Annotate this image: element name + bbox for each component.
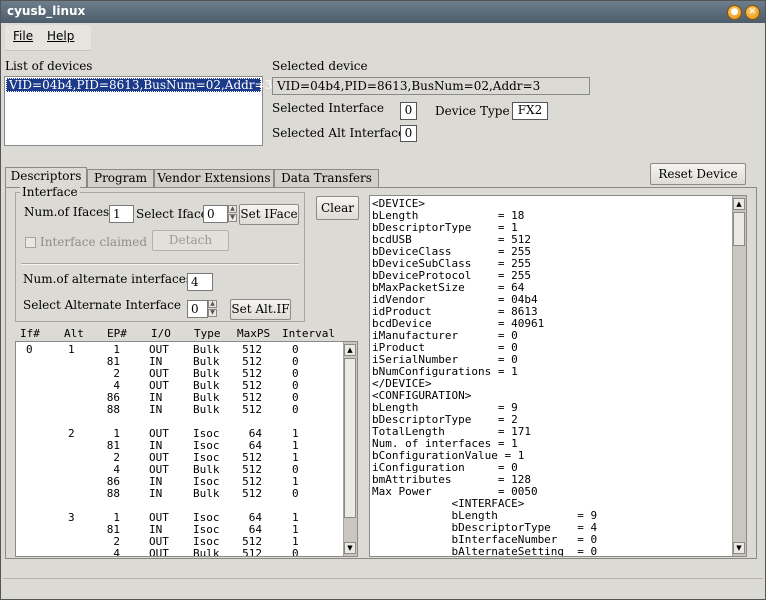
window-title: cyusb_linux (7, 4, 86, 18)
device-list[interactable]: VID=04b4,PID=8613,BusNum=02,Addr=3 (4, 76, 272, 146)
table-cell: 512 (242, 403, 262, 416)
selected-interface-value: 0 (400, 102, 417, 120)
spin-down-icon[interactable]: ▼ (208, 309, 217, 317)
col-interval: Interval (282, 327, 335, 340)
scroll-down-icon[interactable]: ▼ (344, 542, 356, 554)
col-alt: Alt (64, 327, 84, 340)
detach-button[interactable]: Detach (152, 230, 229, 251)
table-cell: 88 (106, 487, 120, 500)
interface-claimed-label: Interface claimed (40, 235, 148, 249)
tab-data-transfers[interactable]: Data Transfers (274, 169, 379, 187)
table-cell: OUT (149, 547, 169, 557)
title-bar[interactable]: cyusb_linux ● ✕ (1, 1, 765, 23)
endpoint-rows: 0 1 1 OUT Bulk 512 0 81 IN Bulk 512 0 2 OUT Bulk 512 0 4 O… (16, 344, 342, 557)
status-bar (3, 578, 763, 598)
num-alt-field: 4 (187, 273, 213, 291)
menu-file-label: File (13, 29, 34, 43)
close-icon[interactable]: ✕ (745, 5, 760, 20)
selected-alt-interface-label: Selected Alt Interface (272, 126, 406, 140)
tab-program[interactable]: Program (87, 169, 154, 187)
table-cell: 3 (68, 511, 75, 524)
table-cell: 88 (106, 403, 120, 416)
descriptor-line: bAlternateSetting = 0 (372, 545, 598, 557)
interface-group-title: Interface (20, 185, 80, 199)
selected-interface-label: Selected Interface (272, 101, 384, 115)
table-cell: 2 (68, 427, 75, 440)
reset-device-button[interactable]: Reset Device (650, 163, 746, 185)
table-cell: Bulk (193, 403, 220, 416)
minimize-icon[interactable]: ● (727, 5, 742, 20)
clear-button[interactable]: Clear (316, 196, 359, 220)
scroll-thumb[interactable] (344, 358, 356, 518)
spin-down-icon[interactable]: ▼ (228, 214, 237, 222)
num-ifaces-label: Num.of Ifaces (24, 205, 110, 219)
menu-help-label: Help (47, 29, 75, 43)
set-alt-if-button[interactable]: Set Alt.IF (230, 299, 291, 320)
select-iface-field[interactable]: 0 (203, 205, 228, 223)
tab-vendor-extensions[interactable]: Vendor Extensions (154, 169, 274, 187)
col-if: If# (20, 327, 40, 340)
endpoint-table[interactable]: 0 1 1 OUT Bulk 512 0 81 IN Bulk 512 0 2 OUT Bulk 512 0 4 O… (15, 341, 358, 557)
table-cell: IN (149, 403, 163, 416)
separator (21, 263, 299, 265)
spin-up-icon[interactable]: ▲ (228, 205, 237, 213)
scroll-up-icon[interactable]: ▲ (733, 198, 745, 210)
selected-alt-interface-value: 0 (400, 125, 417, 142)
set-iface-button[interactable]: Set IFace (239, 204, 299, 225)
num-ifaces-field: 1 (109, 205, 134, 223)
table-row: 88 IN Bulk 512 0 (16, 488, 342, 500)
menu-bar: File Help (5, 25, 91, 51)
table-cell: Bulk (193, 487, 220, 500)
table-cell: 0 (292, 547, 299, 557)
table-cell: Bulk (193, 547, 220, 557)
device-list-item[interactable]: VID=04b4,PID=8613,BusNum=02,Addr=3 (6, 78, 272, 92)
device-type-value: FX2 (512, 102, 548, 120)
table-cell: 0 (26, 343, 33, 356)
table-cell: 4 (113, 547, 120, 557)
col-ep: EP# (107, 327, 127, 340)
col-maxps: MaxPS (237, 327, 271, 340)
table-cell: 512 (242, 487, 262, 500)
menu-help[interactable]: Help (47, 29, 74, 43)
endpoint-scrollbar[interactable]: ▲ ▼ (343, 342, 357, 556)
app-window: cyusb_linux ● ✕ File Help List of device… (0, 0, 766, 600)
scroll-down-icon[interactable]: ▼ (733, 542, 745, 554)
descriptor-scrollbar[interactable]: ▲ ▼ (732, 196, 746, 556)
table-cell: 0 (292, 487, 299, 500)
select-alt-field[interactable]: 0 (187, 300, 208, 318)
descriptor-lines: <DEVICE> bLength = 18 bDescriptorType = 1b… (372, 198, 732, 557)
table-row: 4 OUT Bulk 512 0 (16, 548, 342, 557)
selected-device-label: Selected device (272, 59, 368, 73)
spin-up-icon[interactable]: ▲ (208, 300, 217, 308)
table-cell: 1 (68, 343, 75, 356)
selected-device-value: VID=04b4,PID=8613,BusNum=02,Addr=3 (272, 77, 590, 95)
num-alt-label: Num.of alternate interfaces (23, 272, 192, 286)
descriptor-text-area[interactable]: <DEVICE> bLength = 18 bDescriptorType = 1b… (369, 195, 747, 557)
table-cell: IN (149, 487, 163, 500)
menu-file[interactable]: File (13, 29, 33, 43)
endpoint-table-header: If# Alt EP# I/O Type MaxPS Interval (15, 327, 355, 340)
scroll-up-icon[interactable]: ▲ (344, 344, 356, 356)
table-row: 88 IN Bulk 512 0 (16, 404, 342, 416)
devices-label: List of devices (5, 59, 93, 73)
col-io: I/O (151, 327, 171, 340)
table-cell: 0 (292, 403, 299, 416)
col-type: Type (194, 327, 221, 340)
scroll-thumb[interactable] (733, 212, 745, 246)
device-type-label: Device Type (435, 104, 510, 118)
interface-claimed-checkbox[interactable] (25, 237, 36, 248)
select-alt-label: Select Alternate Interface (23, 298, 181, 312)
table-cell: 512 (242, 547, 262, 557)
select-iface-label: Select Iface (136, 207, 208, 221)
